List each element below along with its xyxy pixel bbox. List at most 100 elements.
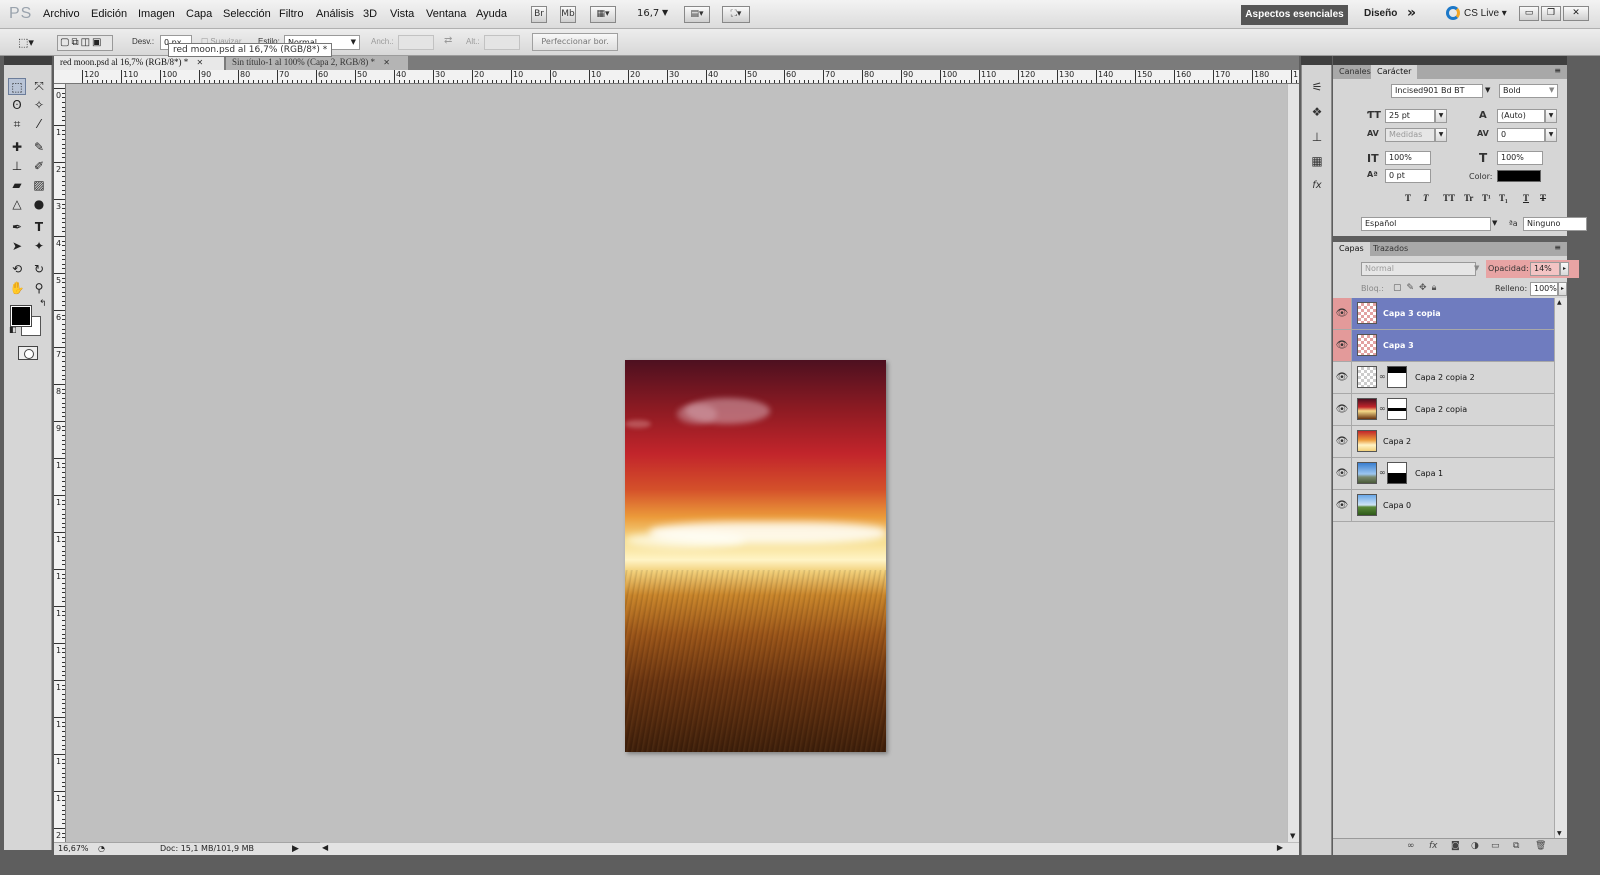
opacity-slider-button[interactable]: ▸: [1560, 262, 1569, 276]
font-size-dropdown[interactable]: ▼: [1435, 109, 1447, 123]
tab-trazados[interactable]: Trazados: [1367, 242, 1414, 256]
horizontal-ruler[interactable]: 120 110 100 90 80 70 60 50 40 30 20 10 0 10 20 30 40 50 60…: [54, 70, 1299, 84]
adjustment-layer-icon[interactable]: ◑: [1471, 841, 1479, 851]
eye-icon[interactable]: 👁︎: [1333, 330, 1352, 361]
3d-orbit-tool-icon[interactable]: ↻: [30, 261, 48, 278]
adjustments-icon[interactable]: ⚟: [1307, 78, 1327, 96]
close-window-button[interactable]: ✕: [1563, 6, 1589, 21]
toolbox-header[interactable]: [4, 56, 52, 65]
font-family-select[interactable]: Incised901 Bd BT: [1391, 84, 1483, 98]
layer-row[interactable]: 👁︎ Capa 3 copia: [1333, 298, 1554, 330]
scroll-up-icon[interactable]: ▲: [1557, 299, 1562, 306]
zoom-tool-icon[interactable]: ⚲: [30, 280, 48, 297]
add-mask-icon[interactable]: ◙: [1451, 841, 1460, 851]
gradient-tool-icon[interactable]: ▨: [30, 177, 48, 194]
refine-edge-button[interactable]: Perfeccionar bor.: [532, 33, 618, 51]
vertical-scale-input[interactable]: 100%: [1385, 151, 1431, 165]
fill-input[interactable]: 100%: [1530, 282, 1558, 296]
layer-row[interactable]: 👁︎ ∞ Capa 1: [1333, 458, 1554, 490]
all-caps-button[interactable]: TT: [1443, 193, 1455, 203]
status-menu-icon[interactable]: ▶: [292, 843, 299, 855]
marquee-preset-icon[interactable]: ⬚▾: [18, 36, 34, 49]
baseline-shift-input[interactable]: 0 pt: [1385, 169, 1431, 183]
strikethrough-button[interactable]: T: [1540, 193, 1546, 203]
new-group-icon[interactable]: ▭: [1491, 841, 1500, 851]
character-panel-header[interactable]: [1333, 56, 1567, 65]
custom-shape-tool-icon[interactable]: ✦: [30, 238, 48, 255]
fill-slider-button[interactable]: ▸: [1558, 282, 1567, 296]
menu-filtro[interactable]: Filtro: [279, 8, 303, 20]
minimize-button[interactable]: ▭: [1519, 6, 1539, 21]
history-brush-tool-icon[interactable]: ✐: [30, 158, 48, 175]
layer-mask-thumbnail[interactable]: [1387, 366, 1407, 388]
link-layers-icon[interactable]: ∞: [1407, 841, 1415, 851]
layer-row[interactable]: 👁︎ Capa 3: [1333, 330, 1554, 362]
styles-icon[interactable]: ❖: [1307, 103, 1327, 121]
layer-row[interactable]: 👁︎ ∞ Capa 2 copia: [1333, 394, 1554, 426]
fx-panel-icon[interactable]: fx: [1307, 177, 1327, 195]
selection-mode-buttons[interactable]: ▢⧉◫▣: [57, 35, 113, 51]
panel-icon-column-header[interactable]: [1301, 56, 1332, 65]
menu-vista[interactable]: Vista: [390, 8, 414, 20]
panel-menu-icon[interactable]: ≡: [1554, 66, 1561, 75]
text-color-swatch[interactable]: [1497, 170, 1541, 182]
menu-ayuda[interactable]: Ayuda: [476, 8, 507, 20]
move-tool-icon[interactable]: ⤧: [30, 78, 48, 95]
swap-icon[interactable]: ⇄: [444, 35, 452, 46]
fx-icon[interactable]: fx: [1429, 841, 1438, 851]
cs-live-button[interactable]: CS Live ▾: [1464, 8, 1507, 19]
leading-input[interactable]: (Auto): [1497, 109, 1545, 123]
restore-button[interactable]: ❐: [1541, 6, 1561, 21]
canvas-vertical-scrollbar[interactable]: ▼: [1287, 84, 1299, 842]
layer-mask-thumbnail[interactable]: [1387, 398, 1407, 420]
chevron-down-icon[interactable]: ▼: [1549, 86, 1554, 94]
layer-mask-thumbnail[interactable]: [1387, 462, 1407, 484]
link-icon[interactable]: ∞: [1379, 372, 1386, 381]
scroll-right-icon[interactable]: ▶: [1277, 843, 1283, 852]
small-caps-button[interactable]: Tr: [1464, 193, 1473, 203]
menu-ventana[interactable]: Ventana: [426, 8, 466, 20]
scroll-left-icon[interactable]: ◀: [322, 843, 328, 852]
3d-rotate-tool-icon[interactable]: ⟲: [8, 261, 26, 278]
canvas-horizontal-scrollbar[interactable]: ◀ ▶: [320, 842, 1299, 855]
menu-analisis[interactable]: Análisis: [316, 8, 354, 20]
zoom-level[interactable]: 16,7: [637, 8, 659, 19]
dodge-tool-icon[interactable]: ●: [30, 196, 48, 213]
scroll-down-icon[interactable]: ▼: [1290, 832, 1295, 840]
brush-tool-icon[interactable]: ✎: [30, 139, 48, 156]
eye-icon[interactable]: 👁︎: [1333, 458, 1352, 489]
kerning-dropdown[interactable]: ▼: [1435, 128, 1447, 142]
link-icon[interactable]: ∞: [1379, 404, 1386, 413]
faux-bold-button[interactable]: T: [1405, 193, 1411, 203]
chevron-down-icon[interactable]: ▼: [1474, 264, 1479, 272]
lock-icons[interactable]: ▢✎✥🔒︎: [1393, 283, 1441, 293]
underline-button[interactable]: T: [1523, 193, 1529, 203]
view-extras-button[interactable]: ▦▾: [590, 6, 616, 23]
close-tab-icon[interactable]: ✕: [197, 58, 204, 67]
chevron-down-icon[interactable]: ▼: [1485, 86, 1490, 94]
swap-colors-icon[interactable]: ↰: [39, 299, 47, 309]
kerning-input[interactable]: Medidas: [1385, 128, 1435, 142]
link-icon[interactable]: ∞: [1379, 468, 1386, 477]
foreground-color-swatch[interactable]: [10, 305, 32, 327]
subscript-button[interactable]: T₁: [1499, 193, 1508, 203]
trash-icon[interactable]: 🗑︎: [1535, 841, 1546, 851]
close-tab-icon[interactable]: ✕: [383, 58, 390, 67]
default-colors-icon[interactable]: ◧: [9, 325, 17, 334]
layer-row[interactable]: 👁︎ ∞ Capa 2 copia 2: [1333, 362, 1554, 394]
document-canvas-image[interactable]: [625, 360, 886, 752]
healing-brush-tool-icon[interactable]: ✚: [8, 139, 26, 156]
menu-archivo[interactable]: Archivo: [43, 8, 80, 20]
crop-tool-icon[interactable]: ⌗: [8, 116, 26, 133]
new-layer-icon[interactable]: ⧉: [1513, 841, 1519, 851]
eye-icon[interactable]: 👁︎: [1333, 298, 1352, 329]
menu-3d[interactable]: 3D: [363, 8, 377, 20]
leading-dropdown[interactable]: ▼: [1545, 109, 1557, 123]
eye-icon[interactable]: 👁︎: [1333, 394, 1352, 425]
workspace-essentials-button[interactable]: Aspectos esenciales: [1241, 5, 1348, 25]
type-tool-icon[interactable]: T: [30, 219, 48, 236]
magic-wand-tool-icon[interactable]: ✧: [30, 97, 48, 114]
antialias-select[interactable]: Ninguno: [1523, 217, 1587, 231]
doc-tab-sin-titulo[interactable]: Sin título-1 al 100% (Capa 2, RGB/8) * ✕: [226, 56, 408, 70]
width-input[interactable]: [398, 35, 434, 50]
